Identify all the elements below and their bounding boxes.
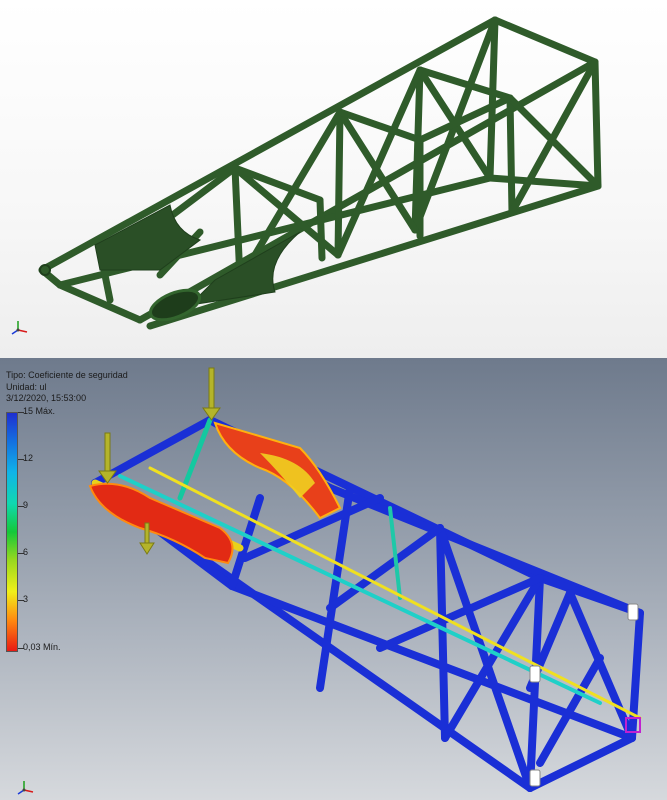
stress-analysis-viewport[interactable]: Tipo: Coeficiente de seguridad Unidad: u…: [0, 358, 667, 800]
xyz-axis-triad-icon: [17, 781, 34, 795]
green-truss-model: [38, 16, 602, 330]
legend-max-label: 15 Máx.: [23, 406, 56, 416]
legend-label-12: 12: [23, 453, 34, 463]
app-window: Tipo: Coeficiente de seguridad Unidad: u…: [0, 0, 667, 800]
result-info-panel: Tipo: Coeficiente de seguridad Unidad: u…: [6, 370, 128, 405]
result-unit-label: Unidad: ul: [6, 381, 47, 392]
result-type-label: Tipo: Coeficiente de seguridad: [6, 370, 128, 380]
fea-truss-model: [88, 367, 644, 792]
legend-min-label: 0,03 Mín.: [23, 642, 61, 652]
result-timestamp: 3/12/2020, 15:53:00: [6, 393, 87, 403]
xyz-axis-triad-icon: [11, 321, 28, 335]
color-scale-legend: [6, 412, 18, 652]
model-viewport-top[interactable]: [0, 0, 667, 358]
legend-label-9: 9: [23, 500, 29, 510]
legend-label-6: 6: [23, 547, 29, 557]
legend-label-3: 3: [23, 594, 29, 604]
